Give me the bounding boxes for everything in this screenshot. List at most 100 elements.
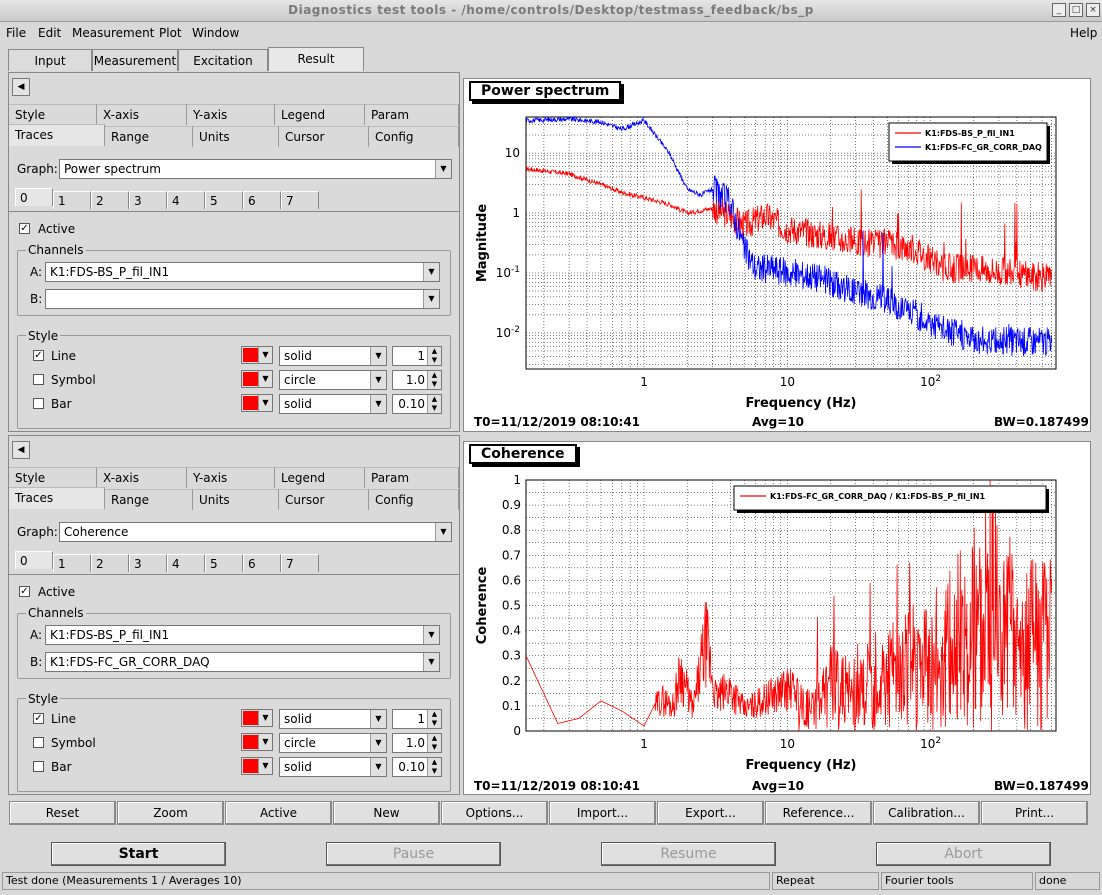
- print-button[interactable]: Print...: [981, 801, 1088, 825]
- abort-button[interactable]: Abort: [876, 842, 1051, 866]
- subtab-x-axis[interactable]: X-axis: [97, 104, 187, 125]
- start-button[interactable]: Start: [51, 842, 226, 866]
- up-down-arrows-icon[interactable]: ▲ ▼: [427, 710, 441, 728]
- channel-b-select[interactable]: ▼: [45, 289, 440, 309]
- subtab-param[interactable]: Param: [365, 104, 459, 125]
- trace-tab-6[interactable]: 6: [243, 191, 281, 209]
- export-button[interactable]: Export...: [657, 801, 764, 825]
- channel-a-select[interactable]: K1:FDS-BS_P_fil_IN1 ▼: [45, 625, 440, 645]
- options-button[interactable]: Options...: [441, 801, 548, 825]
- line-checkbox[interactable]: ✓: [33, 350, 44, 361]
- subtab-legend[interactable]: Legend: [275, 467, 365, 488]
- graph-select[interactable]: Coherence ▼: [59, 522, 452, 542]
- tab-result[interactable]: Result: [268, 47, 364, 71]
- resume-button[interactable]: Resume: [601, 842, 776, 866]
- pause-button[interactable]: Pause: [326, 842, 501, 866]
- subtab-units[interactable]: Units: [193, 489, 279, 510]
- reference-button[interactable]: Reference...: [765, 801, 872, 825]
- tab-excitation[interactable]: Excitation: [178, 49, 268, 71]
- subtab-traces[interactable]: Traces: [9, 487, 105, 509]
- power-spectrum-plot[interactable]: 1 10 102 10-2 10-1 1 10 Frequency (Hz) Magnitude…: [463, 78, 1091, 432]
- bar-color-picker[interactable]: ▼: [241, 757, 273, 775]
- trace-tab-4[interactable]: 4: [167, 554, 205, 572]
- trace-tab-7[interactable]: 7: [281, 554, 319, 572]
- trace-tab-4[interactable]: 4: [167, 191, 205, 209]
- collapse-arrow-icon[interactable]: ◀: [12, 78, 30, 96]
- line-size-stepper[interactable]: 1 ▲ ▼: [392, 346, 442, 366]
- bar-size-stepper[interactable]: 0.10 ▲ ▼: [392, 394, 442, 414]
- up-down-arrows-icon[interactable]: ▲ ▼: [427, 734, 441, 752]
- chevron-down-icon[interactable]: ▼: [258, 347, 272, 363]
- subtab-cursor[interactable]: Cursor: [279, 126, 369, 147]
- subtab-style[interactable]: Style: [9, 104, 97, 125]
- chevron-down-icon[interactable]: ▼: [435, 160, 451, 178]
- menu-help[interactable]: Help: [1070, 26, 1097, 40]
- line-style-select[interactable]: solid ▼: [279, 709, 387, 729]
- chevron-down-icon[interactable]: ▼: [423, 626, 439, 644]
- trace-tab-3[interactable]: 3: [129, 191, 167, 209]
- symbol-style-select[interactable]: circle ▼: [279, 733, 387, 753]
- bar-size-stepper[interactable]: 0.10 ▲ ▼: [392, 757, 442, 777]
- line-checkbox[interactable]: ✓: [33, 713, 44, 724]
- symbol-size-stepper[interactable]: 1.0 ▲ ▼: [392, 370, 442, 390]
- collapse-arrow-icon[interactable]: ◀: [12, 441, 30, 459]
- coherence-plot[interactable]: 1 10 102 0 0.1 0.2 0.3 0.4 0.5 0.6 0.7 0.8 0.9 1 Frequ…: [463, 441, 1091, 795]
- menu-plot[interactable]: Plot: [159, 26, 182, 40]
- chevron-down-icon[interactable]: ▼: [423, 290, 439, 308]
- trace-tab-0[interactable]: 0: [15, 551, 53, 569]
- subtab-x-axis[interactable]: X-axis: [97, 467, 187, 488]
- chevron-down-icon[interactable]: ▼: [435, 523, 451, 541]
- trace-tab-2[interactable]: 2: [91, 554, 129, 572]
- line-size-stepper[interactable]: 1 ▲ ▼: [392, 709, 442, 729]
- chevron-down-icon[interactable]: ▼: [258, 395, 272, 411]
- graph-select[interactable]: Power spectrum ▼: [59, 159, 452, 179]
- bar-style-select[interactable]: solid ▼: [279, 757, 387, 777]
- symbol-checkbox[interactable]: [33, 374, 44, 385]
- trace-tab-6[interactable]: 6: [243, 554, 281, 572]
- power-spectrum-chart[interactable]: 1 10 102 10-2 10-1 1 10 Frequency (Hz) Magnitude…: [464, 79, 1090, 431]
- trace-tab-0[interactable]: 0: [15, 188, 53, 206]
- symbol-checkbox[interactable]: [33, 737, 44, 748]
- chevron-down-icon[interactable]: ▼: [370, 710, 386, 728]
- trace-tab-5[interactable]: 5: [205, 191, 243, 209]
- line-color-picker[interactable]: ▼: [241, 709, 273, 727]
- chevron-down-icon[interactable]: ▼: [370, 734, 386, 752]
- up-down-arrows-icon[interactable]: ▲ ▼: [427, 347, 441, 365]
- menu-measurement[interactable]: Measurement: [72, 26, 154, 40]
- trace-tab-3[interactable]: 3: [129, 554, 167, 572]
- line-style-select[interactable]: solid ▼: [279, 346, 387, 366]
- subtab-traces[interactable]: Traces: [9, 124, 105, 146]
- new-button[interactable]: New: [333, 801, 440, 825]
- trace-tab-2[interactable]: 2: [91, 191, 129, 209]
- menu-file[interactable]: File: [6, 26, 26, 40]
- chevron-down-icon[interactable]: ▼: [370, 758, 386, 776]
- menu-window[interactable]: Window: [192, 26, 239, 40]
- active-checkbox[interactable]: ✓: [19, 223, 30, 234]
- chevron-down-icon[interactable]: ▼: [370, 395, 386, 413]
- subtab-legend[interactable]: Legend: [275, 104, 365, 125]
- chevron-down-icon[interactable]: ▼: [258, 758, 272, 774]
- coherence-chart[interactable]: 1 10 102 0 0.1 0.2 0.3 0.4 0.5 0.6 0.7 0.8 0.9 1 Frequ…: [464, 442, 1090, 794]
- symbol-color-picker[interactable]: ▼: [241, 370, 273, 388]
- trace-tab-1[interactable]: 1: [53, 554, 91, 572]
- chevron-down-icon[interactable]: ▼: [258, 734, 272, 750]
- symbol-style-select[interactable]: circle ▼: [279, 370, 387, 390]
- up-down-arrows-icon[interactable]: ▲ ▼: [427, 395, 441, 413]
- subtab-range[interactable]: Range: [105, 126, 193, 147]
- import-button[interactable]: Import...: [549, 801, 656, 825]
- maximize-icon[interactable]: □: [1069, 3, 1083, 17]
- chevron-down-icon[interactable]: ▼: [370, 371, 386, 389]
- chevron-down-icon[interactable]: ▼: [370, 347, 386, 365]
- subtab-range[interactable]: Range: [105, 489, 193, 510]
- tab-measurement[interactable]: Measurement: [92, 49, 178, 71]
- subtab-y-axis[interactable]: Y-axis: [187, 104, 275, 125]
- chevron-down-icon[interactable]: ▼: [423, 263, 439, 281]
- chevron-down-icon[interactable]: ▼: [258, 710, 272, 726]
- symbol-color-picker[interactable]: ▼: [241, 733, 273, 751]
- zoom-button[interactable]: Zoom: [117, 801, 224, 825]
- symbol-size-stepper[interactable]: 1.0 ▲ ▼: [392, 733, 442, 753]
- trace-tab-7[interactable]: 7: [281, 191, 319, 209]
- trace-tab-5[interactable]: 5: [205, 554, 243, 572]
- subtab-config[interactable]: Config: [369, 489, 459, 510]
- subtab-config[interactable]: Config: [369, 126, 459, 147]
